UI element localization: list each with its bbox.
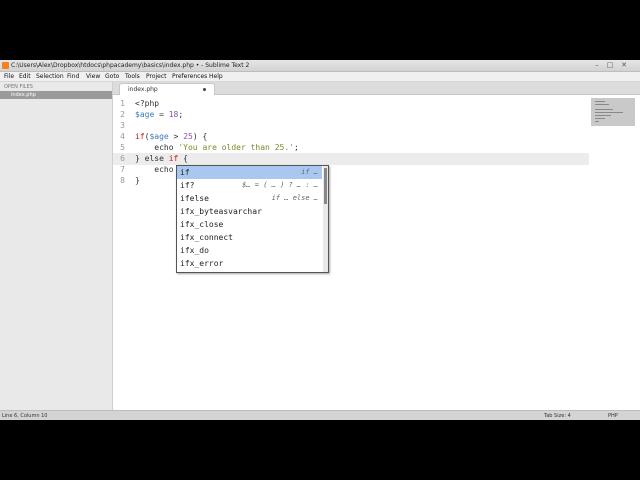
minimap[interactable] xyxy=(591,98,635,126)
autocomplete-item[interactable]: ifx_close xyxy=(177,218,322,231)
modified-dot-icon[interactable] xyxy=(203,88,206,91)
line-number: 1 xyxy=(120,99,125,108)
code-token: = xyxy=(154,110,169,119)
autocomplete-trigger: if xyxy=(180,168,190,177)
autocomplete-trigger: ifx_error xyxy=(180,259,224,268)
menu-goto[interactable]: Goto xyxy=(105,72,119,81)
menu-tools[interactable]: Tools xyxy=(125,72,140,81)
autocomplete-item[interactable]: ifx_error xyxy=(177,257,322,270)
sidebar-file-index-php[interactable]: index.php xyxy=(0,91,112,99)
status-bar: Line 6, Column 10 Tab Size: 4 PHP xyxy=(0,410,640,420)
menu-view[interactable]: View xyxy=(86,72,100,81)
code-line[interactable]: echo xyxy=(135,164,174,175)
menu-preferences[interactable]: Preferences xyxy=(172,72,207,81)
app-icon xyxy=(2,62,9,69)
code-line[interactable]: if($age > 25) { xyxy=(135,131,207,142)
autocomplete-item[interactable]: ifx_byteasvarchar xyxy=(177,205,322,218)
code-token: 25 xyxy=(183,132,193,141)
tab-label: index.php xyxy=(128,86,158,93)
menu-project[interactable]: Project xyxy=(146,72,167,81)
code-token: } else xyxy=(135,154,169,163)
line-number: 3 xyxy=(120,121,125,130)
menu-selection[interactable]: Selection xyxy=(36,72,64,81)
line-number: 4 xyxy=(120,132,125,141)
code-token: if xyxy=(135,132,145,141)
syntax-indicator[interactable]: PHP xyxy=(608,411,618,420)
code-token: echo xyxy=(135,143,179,152)
code-token: ; xyxy=(178,110,184,119)
code-line[interactable]: $age = 18; xyxy=(135,109,183,120)
code-token: <?php xyxy=(135,99,160,108)
tab-strip: index.php xyxy=(113,82,640,95)
tab-index-php[interactable]: index.php xyxy=(119,83,215,95)
line-number: 5 xyxy=(120,143,125,152)
code-token: 18 xyxy=(168,110,179,119)
autocomplete-trigger: ifx_close xyxy=(180,220,224,229)
minimize-button[interactable]: – xyxy=(592,61,602,70)
menu-file[interactable]: File xyxy=(4,72,14,81)
close-button[interactable]: ✕ xyxy=(619,61,629,70)
menu-bar: File Edit Selection Find View Goto Tools… xyxy=(0,72,640,82)
autocomplete-item[interactable]: ifx_connect xyxy=(177,231,322,244)
code-token: } xyxy=(135,176,140,185)
code-token: ; xyxy=(293,143,299,152)
autocomplete-hint: if … else … xyxy=(271,194,318,202)
sidebar: OPEN FILES index.php xyxy=(0,82,113,410)
code-token: { xyxy=(178,154,188,163)
autocomplete-item[interactable]: if? $… = ( … ) ? … : … xyxy=(177,179,322,192)
code-token: 'You are older than 25.' xyxy=(178,143,294,152)
autocomplete-scrollbar[interactable] xyxy=(323,166,328,272)
tab-size-indicator[interactable]: Tab Size: 4 xyxy=(544,411,571,420)
autocomplete-trigger: ifx_connect xyxy=(180,233,233,242)
sidebar-file-label: index.php xyxy=(11,92,36,98)
window-title: C:\Users\Alex\Dropbox\htdocs\phpacademy\… xyxy=(11,62,250,69)
code-token: $age xyxy=(149,132,169,141)
code-token: echo xyxy=(135,165,174,174)
menu-find[interactable]: Find xyxy=(67,72,79,81)
line-number: 6 xyxy=(120,154,125,163)
autocomplete-trigger: ifx_do xyxy=(180,246,209,255)
line-number: 7 xyxy=(120,165,125,174)
code-token: > xyxy=(168,132,184,141)
autocomplete-trigger: if? xyxy=(180,181,195,190)
code-line[interactable]: echo 'You are older than 25.'; xyxy=(135,142,299,153)
autocomplete-trigger: ifx_byteasvarchar xyxy=(180,207,262,216)
line-number: 2 xyxy=(120,110,125,119)
code-token: ) { xyxy=(192,132,208,141)
line-number: 8 xyxy=(120,176,125,185)
code-token: $age xyxy=(135,110,155,119)
autocomplete-trigger: ifelse xyxy=(180,194,209,203)
autocomplete-item[interactable]: ifelse if … else … xyxy=(177,192,322,205)
autocomplete-popup[interactable]: ifx_error ifx_do ifx_connect ifx_close ifx_b… xyxy=(176,165,329,273)
autocomplete-item[interactable]: ifx_do xyxy=(177,244,322,257)
menu-edit[interactable]: Edit xyxy=(19,72,31,81)
cursor-position: Line 6, Column 10 xyxy=(2,413,48,419)
maximize-button[interactable]: □ xyxy=(605,61,615,70)
menu-help[interactable]: Help xyxy=(209,72,223,81)
open-files-header: OPEN FILES xyxy=(4,84,33,90)
autocomplete-hint: $… = ( … ) ? … : … xyxy=(242,181,318,189)
autocomplete-item[interactable]: if if … xyxy=(177,166,322,179)
code-token: if xyxy=(168,154,179,163)
code-line[interactable]: } else if { xyxy=(135,153,188,164)
code-line[interactable]: <?php xyxy=(135,98,159,109)
autocomplete-hint: if … xyxy=(301,168,318,176)
title-bar: C:\Users\Alex\Dropbox\htdocs\phpacademy\… xyxy=(0,60,640,72)
code-line[interactable]: } xyxy=(135,175,140,186)
scrollbar-thumb[interactable] xyxy=(324,168,327,204)
